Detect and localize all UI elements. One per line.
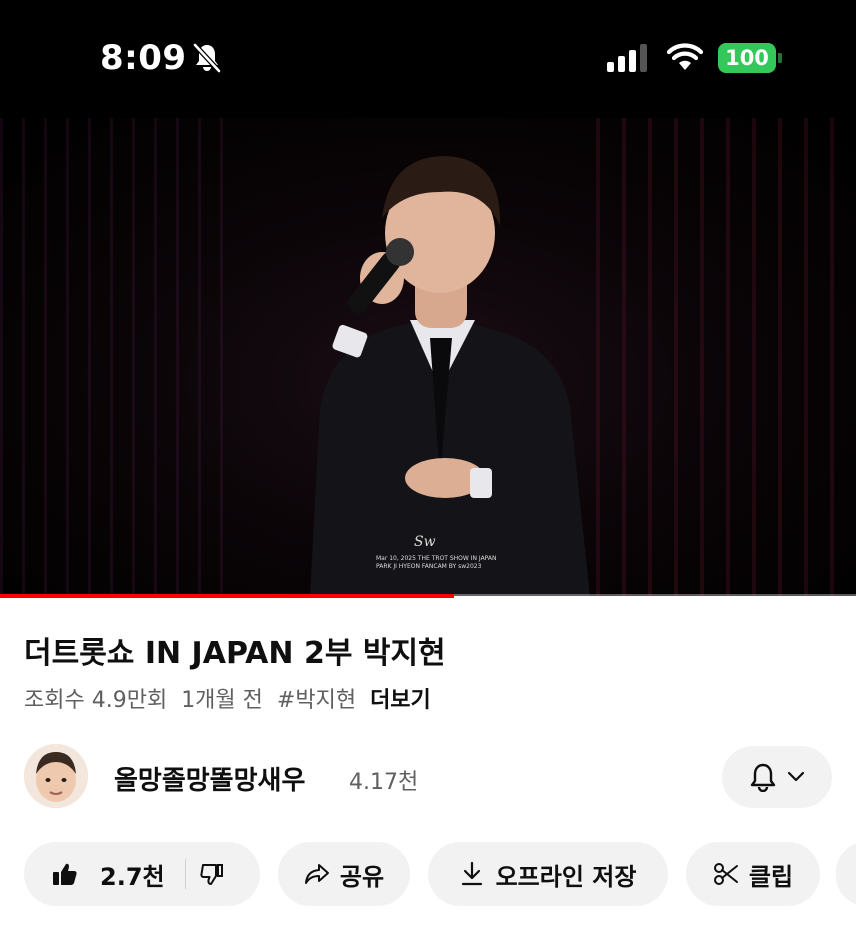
subscriber-count: 4.17천 <box>349 770 419 795</box>
hashtag-link[interactable]: #박지현 <box>277 682 356 714</box>
wifi-icon <box>666 43 704 70</box>
bell-icon <box>750 763 776 792</box>
view-count: 조회수 4.9만회 <box>24 688 168 713</box>
thumbs-up-icon[interactable] <box>52 862 78 886</box>
chevron-down-icon <box>787 771 805 782</box>
offline-save-label: 오프라인 저장 <box>495 862 637 891</box>
thumbs-down-icon[interactable] <box>200 862 224 886</box>
clip-label: 클립 <box>748 862 794 891</box>
scissors-icon <box>713 863 738 885</box>
more-button[interactable]: 더보기 <box>370 682 431 714</box>
battery-level: 100 <box>718 43 776 73</box>
share-button[interactable]: 공유 <box>278 842 410 906</box>
battery-icon: 100 <box>718 43 782 73</box>
like-divider <box>184 859 186 889</box>
status-bar: 8:09 100 <box>0 0 856 118</box>
video-watermark: Mar 10, 2025 THE TROT SHOW IN JAPAN PARK… <box>376 555 497 570</box>
like-count[interactable]: 2.7천 <box>100 857 165 892</box>
watermark-signature: Sw <box>414 534 436 550</box>
download-icon <box>461 861 482 886</box>
video-player[interactable]: Sw Mar 10, 2025 THE TROT SHOW IN JAPAN P… <box>0 118 856 596</box>
video-frame-performer <box>310 156 590 596</box>
upload-age: 1개월 전 <box>181 688 263 713</box>
status-time: 8:09 <box>100 38 187 78</box>
bell-slash-icon <box>193 43 221 73</box>
share-label: 공유 <box>339 862 385 891</box>
like-dislike-group: 2.7천 <box>24 842 260 906</box>
notification-bell-button[interactable] <box>722 746 832 808</box>
cellular-signal-icon <box>607 44 647 72</box>
video-title[interactable]: 더트롯쇼 IN JAPAN 2부 박지현 <box>24 628 446 672</box>
clip-button[interactable]: 클립 <box>686 842 820 906</box>
channel-name[interactable]: 올망졸망똘망새우 <box>114 760 305 797</box>
channel-avatar[interactable] <box>24 744 88 808</box>
offline-save-button[interactable]: 오프라인 저장 <box>428 842 668 906</box>
share-icon <box>304 864 329 884</box>
video-meta-row[interactable]: 조회수 4.9만회 1개월 전 #박지현 더보기 <box>24 682 431 714</box>
